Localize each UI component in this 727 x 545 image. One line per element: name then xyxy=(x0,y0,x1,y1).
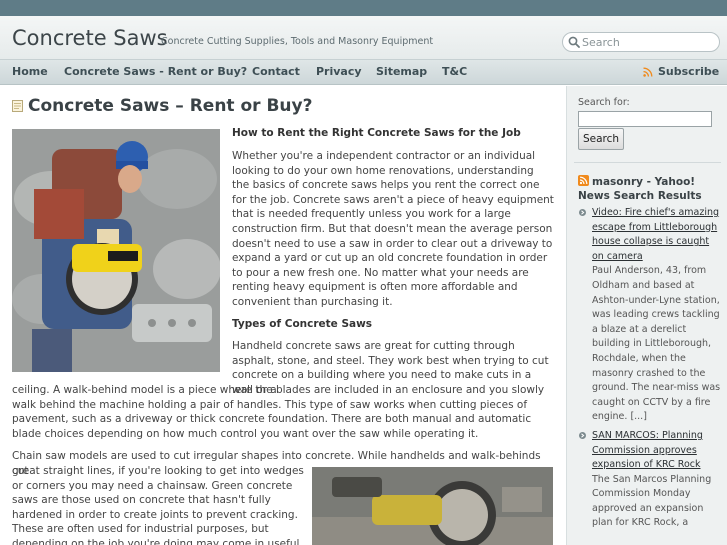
site-title[interactable]: Concrete Saws xyxy=(12,26,168,50)
paragraph-intro: Whether you're a independent contractor … xyxy=(232,150,554,308)
subscribe-link[interactable]: Subscribe xyxy=(643,65,719,78)
nav-sitemap[interactable]: Sitemap xyxy=(376,65,427,78)
document-icon xyxy=(12,100,23,112)
main-nav: Home Concrete Saws - Rent or Buy? Contac… xyxy=(0,60,727,85)
search-icon xyxy=(568,36,580,48)
saw-cutting-photo xyxy=(312,467,553,545)
news-summary: Paul Anderson, 43, from Oldham and based… xyxy=(592,265,721,423)
post-title-text: Concrete Saws – Rent or Buy? xyxy=(28,96,313,116)
news-headline-link[interactable]: Video: Fire chief's amazing escape from … xyxy=(592,206,723,264)
site-description: Concrete Cutting Supplies, Tools and Mas… xyxy=(161,36,434,47)
sidebar-search-label: Search for: xyxy=(578,97,630,108)
nav-contact[interactable]: Contact xyxy=(252,65,300,78)
sidebar-search-input[interactable] xyxy=(578,111,712,127)
subscribe-label: Subscribe xyxy=(658,65,720,78)
news-item: Video: Fire chief's amazing escape from … xyxy=(578,206,723,425)
nav-tc[interactable]: T&C xyxy=(442,65,467,78)
news-headline-link[interactable]: SAN MARCOS: Planning Commission approves… xyxy=(592,429,723,473)
news-widget-title[interactable]: masonry - Yahoo! News Search Results xyxy=(578,175,723,203)
section-heading-rent: How to Rent the Right Concrete Saws for … xyxy=(232,127,521,139)
paragraph-chainsaw-end: great straight lines, if you're looking … xyxy=(12,465,304,545)
section-heading-types: Types of Concrete Saws xyxy=(232,318,373,330)
paragraph-handheld-end: ceiling. A walk-behind model is a piece … xyxy=(12,384,545,440)
rss-icon xyxy=(643,67,653,77)
nav-rent-or-buy[interactable]: Concrete Saws - Rent or Buy? xyxy=(64,65,247,78)
header-search-input[interactable] xyxy=(582,34,714,50)
worker-with-saw-photo xyxy=(12,129,220,372)
sidebar-divider xyxy=(574,162,721,163)
sidebar: Search for: Search masonry - Yahoo! News… xyxy=(566,86,727,545)
news-item: SAN MARCOS: Planning Commission approves… xyxy=(578,429,723,531)
nav-privacy[interactable]: Privacy xyxy=(316,65,362,78)
post-title[interactable]: Concrete Saws – Rent or Buy? xyxy=(12,96,312,116)
news-list: Video: Fire chief's amazing escape from … xyxy=(578,206,723,535)
site-header: Concrete Saws Concrete Cutting Supplies,… xyxy=(0,16,727,60)
rss-feed-icon xyxy=(578,175,589,186)
news-summary: The San Marcos Planning Commission Monda… xyxy=(592,473,712,529)
top-strip xyxy=(0,0,727,16)
bullet-arrow-icon xyxy=(579,431,586,439)
header-search[interactable] xyxy=(562,32,720,52)
bullet-arrow-icon xyxy=(579,209,586,216)
news-widget-title-text: masonry - Yahoo! News Search Results xyxy=(578,176,702,202)
main-content: Concrete Saws – Rent or Buy? How to Rent… xyxy=(0,86,566,545)
nav-home[interactable]: Home xyxy=(12,65,48,78)
sidebar-search-button[interactable]: Search xyxy=(578,128,624,150)
